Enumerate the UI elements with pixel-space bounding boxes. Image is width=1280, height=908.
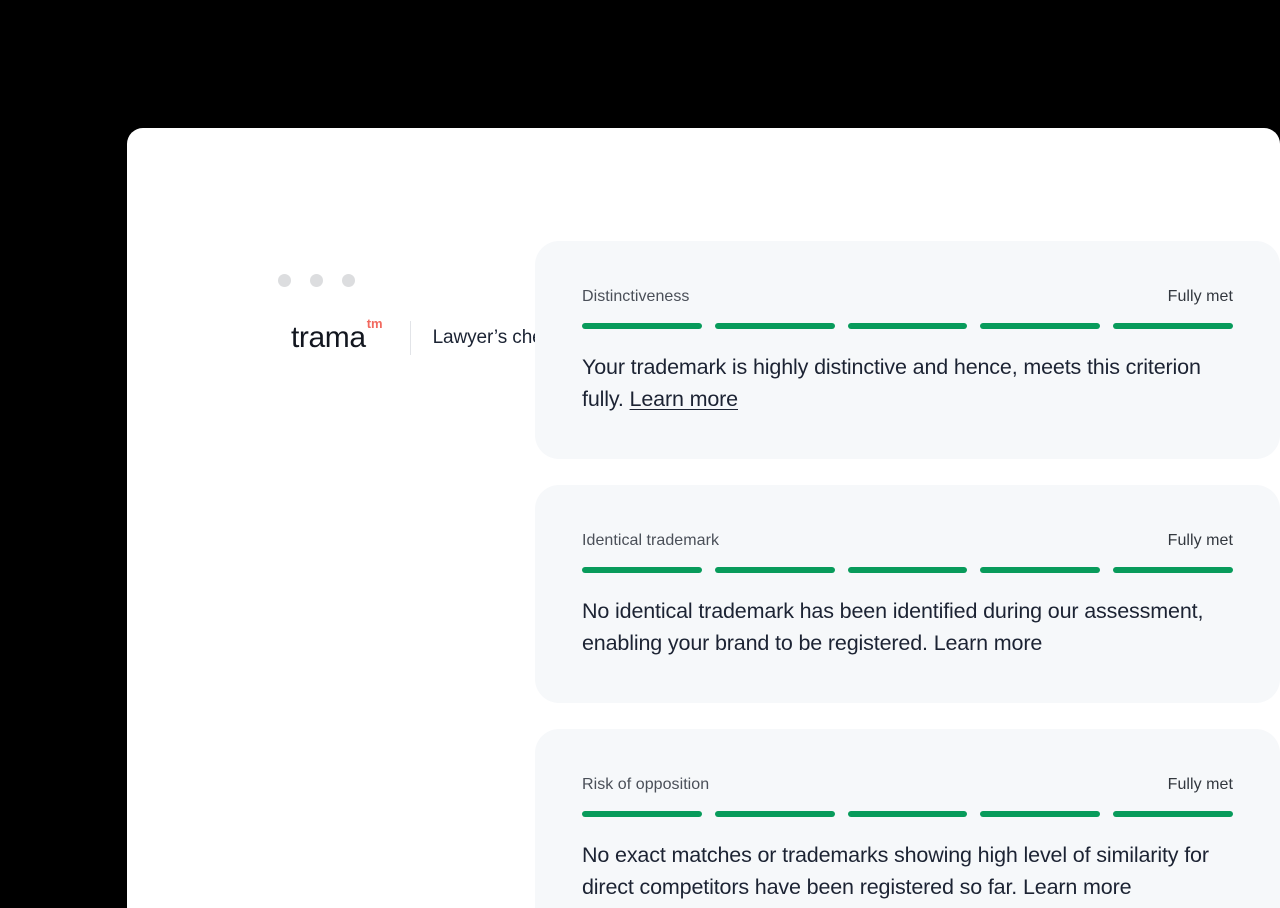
criterion-card: Distinctiveness Fully met Your trademark i…	[535, 241, 1280, 459]
criterion-description-text: No identical trademark has been identifi…	[582, 599, 1204, 655]
meter-segment	[582, 323, 702, 329]
criterion-description: No exact matches or trademarks showing h…	[582, 839, 1233, 903]
meter-segment	[1113, 323, 1233, 329]
meter-segment	[582, 567, 702, 573]
criterion-status-badge: Fully met	[1167, 776, 1233, 793]
criterion-label: Risk of opposition	[582, 776, 710, 793]
criterion-card: Risk of opposition Fully met No exact matc…	[535, 729, 1280, 908]
meter-segment	[714, 811, 835, 817]
criterion-header: Distinctiveness Fully met	[582, 288, 1233, 306]
backdrop: tramatm Lawyer’s check result Distinctiv…	[0, 0, 1280, 908]
criteria-list: Distinctiveness Fully met Your trademark i…	[535, 241, 1280, 908]
meter-segment	[847, 323, 968, 329]
criterion-header: Risk of opposition Fully met	[582, 776, 1233, 794]
close-dot-icon[interactable]	[278, 274, 291, 287]
learn-more-link[interactable]: Learn more	[1023, 875, 1132, 899]
meter-segment	[714, 323, 835, 329]
meter-segment	[980, 323, 1101, 329]
criterion-description: No identical trademark has been identifi…	[582, 595, 1233, 659]
window-titlebar	[127, 128, 1280, 176]
logo-wordmark: trama	[291, 321, 366, 354]
criterion-label: Distinctiveness	[582, 288, 690, 305]
meter-segment	[847, 811, 968, 817]
minimize-dot-icon[interactable]	[310, 274, 323, 287]
criterion-meter	[582, 323, 1233, 329]
meter-segment	[1113, 811, 1233, 817]
browser-window: tramatm Lawyer’s check result Distinctiv…	[127, 128, 1280, 908]
meter-segment	[847, 567, 968, 573]
criterion-status-badge: Fully met	[1167, 288, 1233, 305]
meter-segment	[1113, 567, 1233, 573]
criterion-status-badge: Fully met	[1167, 532, 1233, 549]
logo-tm-superscript: tm	[366, 316, 383, 331]
meter-segment	[980, 567, 1101, 573]
header-divider	[409, 321, 411, 355]
criterion-card: Identical trademark Fully met No identical…	[535, 485, 1280, 703]
trama-logo[interactable]: tramatm	[291, 317, 384, 354]
maximize-dot-icon[interactable]	[342, 274, 355, 287]
criterion-label: Identical trademark	[582, 532, 720, 549]
meter-segment	[582, 811, 702, 817]
criterion-header: Identical trademark Fully met	[582, 532, 1233, 550]
criterion-meter	[582, 567, 1233, 573]
learn-more-link[interactable]: Learn more	[934, 631, 1043, 655]
learn-more-link[interactable]: Learn more	[630, 387, 739, 411]
meter-segment	[714, 567, 835, 573]
criterion-meter	[582, 811, 1233, 817]
criterion-description: Your trademark is highly distinctive and…	[582, 351, 1233, 415]
meter-segment	[980, 811, 1101, 817]
